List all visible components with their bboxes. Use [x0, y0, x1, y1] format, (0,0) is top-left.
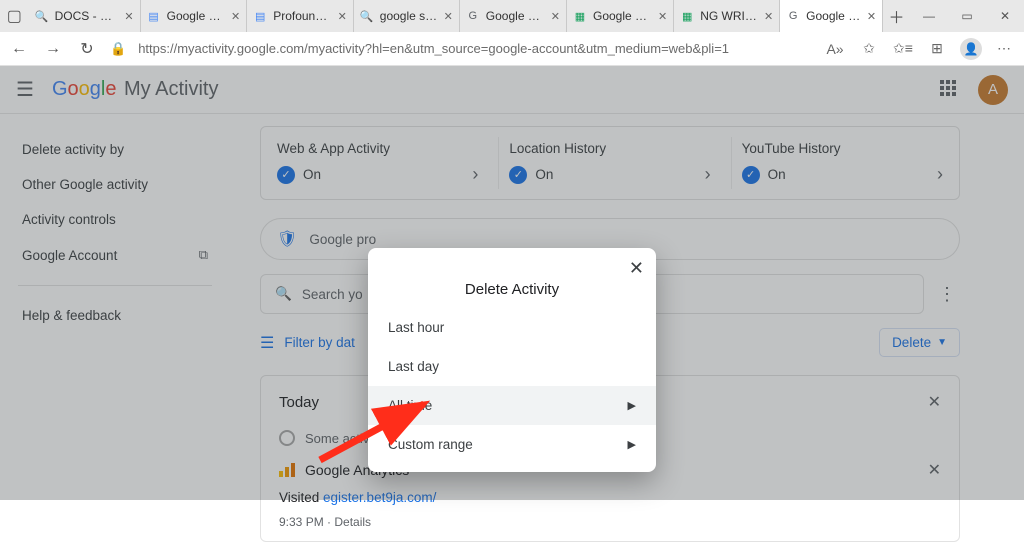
close-icon[interactable]: ✕ [551, 10, 560, 23]
browser-tab[interactable]: ▦ Google Shee ✕ [567, 0, 674, 32]
docs-icon: ▤ [147, 9, 161, 23]
browser-tab[interactable]: 🔍 google sheet ✕ [354, 0, 460, 32]
delete-activity-dialog: ✕ Delete Activity Last hour Last day All… [368, 248, 656, 472]
google-icon: G [786, 9, 800, 23]
refresh-button[interactable]: ↻ [76, 39, 98, 59]
favorite-icon[interactable]: ✩ [858, 40, 880, 57]
dialog-close-button[interactable]: ✕ [629, 258, 644, 279]
tab-actions-icon[interactable]: ▢ [0, 0, 29, 32]
close-icon[interactable]: ✕ [124, 10, 133, 23]
tab-label: google sheet [380, 9, 438, 23]
tab-label: Google Shee [486, 9, 545, 23]
tab-label: Profound Tre [273, 9, 331, 23]
collections-icon[interactable]: ⊞ [926, 40, 948, 57]
chevron-right-icon: ▶ [628, 438, 636, 451]
window-controls: — ▭ ✕ [910, 0, 1024, 32]
browser-tab[interactable]: 🔍 DOCS - Searc ✕ [29, 0, 141, 32]
tab-label: Google Docs [167, 9, 225, 23]
activity-meta: 9:33 PM · Details [279, 515, 941, 529]
option-last-hour[interactable]: Last hour [368, 308, 656, 347]
lock-icon[interactable]: 🔒 [110, 41, 126, 57]
dialog-title: Delete Activity [368, 281, 656, 298]
close-icon[interactable]: ✕ [867, 10, 876, 23]
browser-tab[interactable]: ▤ Google Docs ✕ [141, 0, 248, 32]
tab-label: DOCS - Searc [55, 9, 119, 23]
details-link[interactable]: Details [334, 515, 371, 529]
browser-tab-active[interactable]: G Google - My ✕ [780, 0, 883, 32]
back-button[interactable]: ← [8, 40, 30, 58]
option-custom-range[interactable]: Custom range ▶ [368, 425, 656, 464]
sheets-icon: ▦ [573, 9, 587, 23]
browser-tabstrip: ▢ 🔍 DOCS - Searc ✕ ▤ Google Docs ✕ ▤ Pro… [0, 0, 1024, 32]
page-content: ☰ Google My Activity A Delete activity b… [0, 66, 1024, 500]
browser-tab[interactable]: ▦ NG WRITER ✕ [674, 0, 780, 32]
read-aloud-icon[interactable]: A» [824, 41, 846, 57]
address-bar[interactable]: https://myactivity.google.com/myactivity… [138, 41, 812, 56]
search-icon: 🔍 [35, 9, 49, 23]
close-icon[interactable]: ✕ [231, 10, 240, 23]
minimize-button[interactable]: — [910, 0, 948, 32]
google-icon: G [466, 9, 480, 23]
browser-tab[interactable]: ▤ Profound Tre ✕ [247, 0, 354, 32]
search-icon: 🔍 [360, 9, 374, 23]
close-icon[interactable]: ✕ [658, 10, 667, 23]
maximize-button[interactable]: ▭ [948, 0, 986, 32]
forward-button[interactable]: → [42, 40, 64, 58]
browser-profile-icon[interactable]: 👤 [960, 38, 982, 60]
tab-label: NG WRITER [700, 9, 758, 23]
option-all-time[interactable]: All time ▶ [368, 386, 656, 425]
new-tab-button[interactable]: ＋ [883, 0, 910, 32]
option-last-day[interactable]: Last day [368, 347, 656, 386]
browser-toolbar: ← → ↻ 🔒 https://myactivity.google.com/my… [0, 32, 1024, 66]
browser-menu-button[interactable]: ⋯ [994, 40, 1016, 57]
browser-tab[interactable]: G Google Shee ✕ [460, 0, 567, 32]
close-icon[interactable]: ✕ [444, 10, 453, 23]
close-icon[interactable]: ✕ [338, 10, 347, 23]
close-icon[interactable]: ✕ [764, 10, 773, 23]
docs-icon: ▤ [253, 9, 267, 23]
tab-label: Google - My [806, 9, 861, 23]
chevron-right-icon: ▶ [628, 399, 636, 412]
tab-label: Google Shee [593, 9, 652, 23]
sheets-icon: ▦ [680, 9, 694, 23]
favorites-bar-icon[interactable]: ✩≡ [892, 40, 914, 57]
close-window-button[interactable]: ✕ [986, 0, 1024, 32]
